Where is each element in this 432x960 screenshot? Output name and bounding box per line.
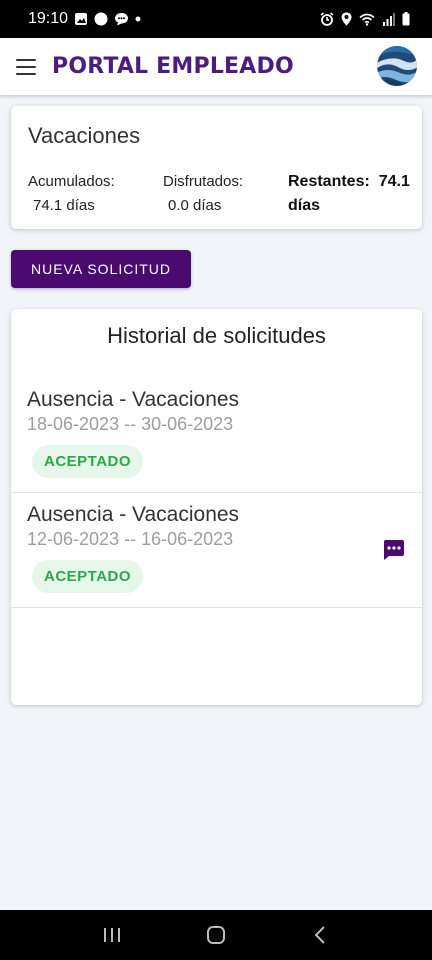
battery-icon [402, 12, 410, 26]
request-dates: 12-06-2023 -- 16-06-2023 [27, 529, 234, 549]
system-nav-bar [0, 910, 432, 960]
status-bar: 19:10 [0, 0, 432, 38]
request-history-card: Historial de solicitudes Ausencia - Vaca… [11, 309, 422, 705]
enjoyed-value: 0.0 días [168, 197, 222, 214]
back-icon[interactable] [300, 920, 340, 950]
new-request-button[interactable]: NUEVA SOLICITUD [11, 250, 191, 288]
location-icon [341, 12, 352, 26]
vacations-title: Vacaciones [28, 123, 141, 148]
enjoyed-label: Disfrutados: [163, 173, 244, 190]
home-icon[interactable] [196, 920, 236, 950]
circle-notification-icon [94, 12, 108, 26]
remaining-unit: días [288, 197, 321, 214]
accumulated-value: 74.1 días [33, 197, 95, 214]
wifi-icon [359, 13, 375, 26]
vacations-card: Vacaciones Acumulados: 74.1 días Disfrut… [11, 106, 422, 229]
request-type: Ausencia - Vacaciones [27, 388, 240, 411]
status-badge: ACEPTADO [32, 560, 144, 593]
app-bar: PORTAL EMPLEADO [0, 38, 432, 95]
status-time: 19:10 [28, 10, 69, 27]
recent-apps-icon[interactable] [92, 920, 132, 950]
enjoyed-block: Disfrutados: 0.0 días [163, 170, 243, 218]
request-dates: 18-06-2023 -- 30-06-2023 [27, 414, 234, 434]
alarm-icon [320, 12, 334, 26]
signal-icon [383, 12, 395, 26]
menu-icon[interactable] [16, 58, 36, 75]
accumulated-label: Acumulados: [28, 173, 115, 190]
company-logo [377, 46, 417, 86]
history-title: Historial de solicitudes [107, 323, 326, 348]
accumulated-block: Acumulados: 74.1 días [28, 170, 115, 218]
request-item[interactable]: Ausencia - Vacaciones 12-06-2023 -- 16-0… [11, 493, 422, 608]
image-notification-icon [75, 13, 88, 25]
message-notification-icon [115, 13, 129, 26]
app-title: PORTAL EMPLEADO [52, 54, 294, 79]
remaining-value: 74.1 [378, 173, 410, 190]
request-type: Ausencia - Vacaciones [27, 503, 240, 526]
remaining-block: Restantes: 74.1 días [288, 170, 410, 218]
chat-bubble-icon[interactable] [381, 538, 405, 562]
remaining-label: Restantes: [288, 173, 370, 190]
request-item[interactable]: Ausencia - Vacaciones 18-06-2023 -- 30-0… [11, 378, 422, 493]
status-badge: ACEPTADO [32, 445, 144, 478]
dot-notification-icon [135, 16, 141, 22]
